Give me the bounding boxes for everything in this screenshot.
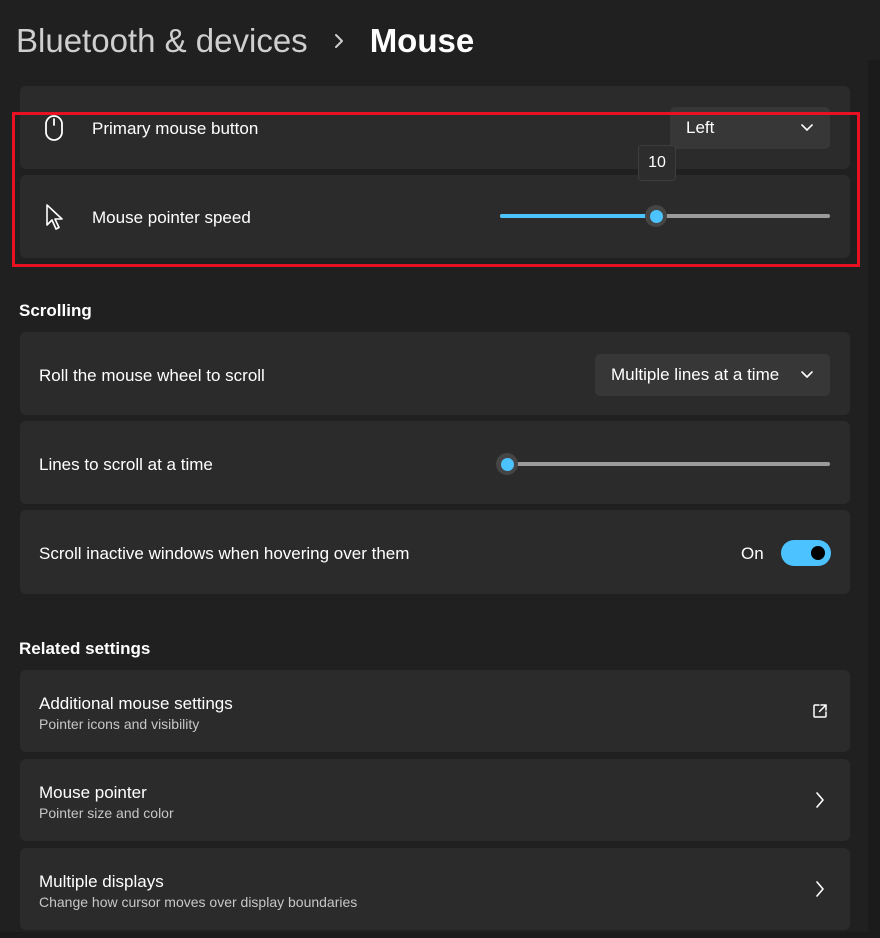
- related-item-multiple-displays[interactable]: Multiple displays Change how cursor move…: [20, 848, 850, 930]
- inactive-scroll-label: Scroll inactive windows when hovering ov…: [39, 544, 410, 563]
- toggle-state-text: On: [741, 544, 764, 563]
- scrolling-section-title: Scrolling: [19, 301, 92, 320]
- related-item-subtitle: Change how cursor moves over display bou…: [39, 894, 358, 910]
- open-external-icon: [811, 702, 829, 725]
- wheel-scroll-value: Multiple lines at a time: [611, 365, 780, 384]
- related-item-subtitle: Pointer icons and visibility: [39, 716, 200, 732]
- inactive-scroll-toggle[interactable]: [781, 540, 831, 566]
- wheel-scroll-label: Roll the mouse wheel to scroll: [39, 366, 265, 385]
- related-settings-title: Related settings: [19, 639, 151, 658]
- wheel-scroll-dropdown[interactable]: Multiple lines at a time: [595, 354, 830, 396]
- wheel-scroll-card: Roll the mouse wheel to scroll Multiple …: [20, 332, 850, 415]
- highlight-annotation: [12, 112, 860, 267]
- chevron-right-icon: [326, 29, 352, 53]
- slider-track: [500, 462, 830, 466]
- horizontal-scrollbar[interactable]: [0, 932, 880, 938]
- related-item-additional-mouse-settings[interactable]: Additional mouse settings Pointer icons …: [20, 670, 850, 752]
- chevron-right-icon: [814, 880, 826, 903]
- lines-to-scroll-slider[interactable]: [496, 451, 830, 477]
- toggle-knob: [811, 546, 825, 560]
- related-item-title: Mouse pointer: [39, 783, 147, 802]
- lines-to-scroll-label: Lines to scroll at a time: [39, 455, 213, 474]
- chevron-down-icon: [800, 365, 814, 385]
- related-item-mouse-pointer[interactable]: Mouse pointer Pointer size and color: [20, 759, 850, 841]
- related-item-subtitle: Pointer size and color: [39, 805, 174, 821]
- breadcrumb: Bluetooth & devices Mouse: [16, 18, 474, 64]
- related-item-title: Additional mouse settings: [39, 694, 233, 713]
- page-title: Mouse: [369, 22, 475, 59]
- vertical-scrollbar[interactable]: [868, 60, 880, 938]
- breadcrumb-parent-link[interactable]: Bluetooth & devices: [16, 22, 308, 60]
- chevron-right-icon: [814, 791, 826, 814]
- related-item-title: Multiple displays: [39, 872, 164, 891]
- slider-thumb[interactable]: [496, 453, 518, 475]
- inactive-scroll-card: Scroll inactive windows when hovering ov…: [20, 510, 850, 594]
